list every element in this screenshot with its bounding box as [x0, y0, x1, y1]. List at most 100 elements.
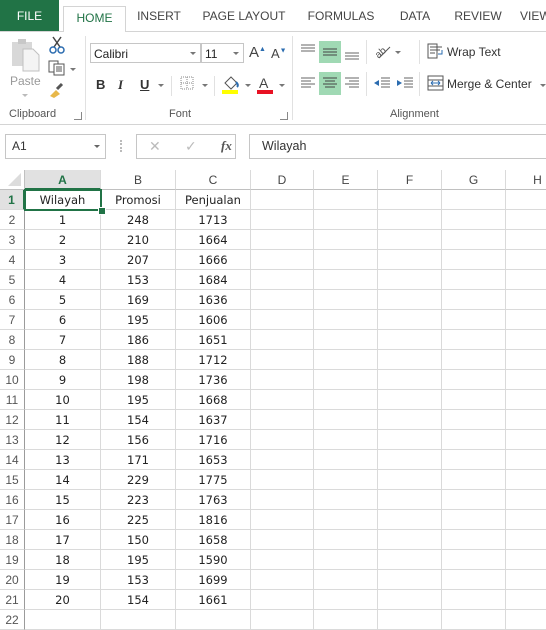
- cell-a7[interactable]: 6: [25, 310, 101, 330]
- cell-g14[interactable]: [442, 450, 506, 470]
- cell-h12[interactable]: [506, 410, 546, 430]
- merge-center-icon[interactable]: [427, 75, 445, 91]
- cell-d7[interactable]: [251, 310, 314, 330]
- cell-b13[interactable]: 156: [101, 430, 176, 450]
- cell-a9[interactable]: 8: [25, 350, 101, 370]
- cell-g3[interactable]: [442, 230, 506, 250]
- row-header[interactable]: 16: [0, 490, 25, 510]
- cell-d12[interactable]: [251, 410, 314, 430]
- cell-h22[interactable]: [506, 610, 546, 630]
- cell-e20[interactable]: [314, 570, 378, 590]
- tab-insert[interactable]: INSERT: [130, 0, 188, 31]
- cell-f12[interactable]: [378, 410, 442, 430]
- cell-b10[interactable]: 198: [101, 370, 176, 390]
- tab-formulas[interactable]: FORMULAS: [300, 0, 382, 31]
- cell-e8[interactable]: [314, 330, 378, 350]
- cell-e18[interactable]: [314, 530, 378, 550]
- align-center-button[interactable]: [319, 72, 341, 95]
- cell-d11[interactable]: [251, 390, 314, 410]
- cell-c21[interactable]: 1661: [176, 590, 251, 610]
- underline-dropdown-icon[interactable]: [158, 84, 164, 87]
- row-header[interactable]: 10: [0, 370, 25, 390]
- cell-f17[interactable]: [378, 510, 442, 530]
- cell-c2[interactable]: 1713: [176, 210, 251, 230]
- cell-g12[interactable]: [442, 410, 506, 430]
- cell-e15[interactable]: [314, 470, 378, 490]
- cell-f6[interactable]: [378, 290, 442, 310]
- paste-button[interactable]: Paste: [10, 38, 42, 102]
- tab-home[interactable]: HOME: [63, 6, 126, 33]
- header-cell-b1[interactable]: Promosi: [101, 190, 176, 210]
- row-header[interactable]: 15: [0, 470, 25, 490]
- cell-h18[interactable]: [506, 530, 546, 550]
- cell-f2[interactable]: [378, 210, 442, 230]
- cell-d2[interactable]: [251, 210, 314, 230]
- cell-e13[interactable]: [314, 430, 378, 450]
- row-header[interactable]: 22: [0, 610, 25, 630]
- cell-c18[interactable]: 1658: [176, 530, 251, 550]
- cell-g9[interactable]: [442, 350, 506, 370]
- cell-g15[interactable]: [442, 470, 506, 490]
- header-cell-c1[interactable]: Penjualan: [176, 190, 251, 210]
- font-name-select[interactable]: Calibri: [90, 43, 201, 63]
- cell-d15[interactable]: [251, 470, 314, 490]
- cell-b22[interactable]: [101, 610, 176, 630]
- cell-a2[interactable]: 1: [25, 210, 101, 230]
- fill-color-icon[interactable]: [222, 74, 240, 94]
- cell-h9[interactable]: [506, 350, 546, 370]
- cell-h13[interactable]: [506, 430, 546, 450]
- cell-g7[interactable]: [442, 310, 506, 330]
- font-size-select[interactable]: 11: [201, 43, 244, 63]
- cell-a14[interactable]: 13: [25, 450, 101, 470]
- insert-function-icon[interactable]: fx: [221, 138, 232, 154]
- italic-button[interactable]: I: [118, 77, 123, 93]
- cell-c4[interactable]: 1666: [176, 250, 251, 270]
- row-header[interactable]: 20: [0, 570, 25, 590]
- cell-d4[interactable]: [251, 250, 314, 270]
- cell-g6[interactable]: [442, 290, 506, 310]
- cell-e10[interactable]: [314, 370, 378, 390]
- cell-d9[interactable]: [251, 350, 314, 370]
- cell-g20[interactable]: [442, 570, 506, 590]
- cell-a22[interactable]: [25, 610, 101, 630]
- cell-e5[interactable]: [314, 270, 378, 290]
- cell-g4[interactable]: [442, 250, 506, 270]
- cell-f18[interactable]: [378, 530, 442, 550]
- cell-e9[interactable]: [314, 350, 378, 370]
- cell-b11[interactable]: 195: [101, 390, 176, 410]
- cell-h17[interactable]: [506, 510, 546, 530]
- cancel-icon[interactable]: ✕: [149, 138, 161, 155]
- cell-d14[interactable]: [251, 450, 314, 470]
- column-header-e[interactable]: E: [314, 170, 378, 190]
- font-color-icon[interactable]: A: [256, 74, 274, 94]
- cell-e4[interactable]: [314, 250, 378, 270]
- fill-color-dropdown-icon[interactable]: [245, 84, 251, 87]
- column-header-g[interactable]: G: [442, 170, 506, 190]
- cell-c19[interactable]: 1590: [176, 550, 251, 570]
- middle-align-button[interactable]: [319, 41, 341, 63]
- cell-b3[interactable]: 210: [101, 230, 176, 250]
- name-box[interactable]: A1: [5, 134, 106, 159]
- tab-view[interactable]: VIEW: [520, 0, 546, 31]
- fill-handle[interactable]: [98, 207, 106, 215]
- cell-f5[interactable]: [378, 270, 442, 290]
- cell-g18[interactable]: [442, 530, 506, 550]
- cell-d18[interactable]: [251, 530, 314, 550]
- cell-c7[interactable]: 1606: [176, 310, 251, 330]
- cell-a3[interactable]: 2: [25, 230, 101, 250]
- top-align-icon[interactable]: [299, 42, 317, 60]
- cell-a4[interactable]: 3: [25, 250, 101, 270]
- row-header[interactable]: 18: [0, 530, 25, 550]
- cell-h2[interactable]: [506, 210, 546, 230]
- merge-center-button[interactable]: Merge & Center: [447, 77, 532, 91]
- cell-a19[interactable]: 18: [25, 550, 101, 570]
- wrap-text-icon[interactable]: [427, 43, 445, 59]
- cell-e6[interactable]: [314, 290, 378, 310]
- borders-dropdown-icon[interactable]: [202, 84, 208, 87]
- orientation-icon[interactable]: ab: [373, 42, 393, 60]
- formula-bar-resize-handle[interactable]: [120, 140, 124, 152]
- cell-f15[interactable]: [378, 470, 442, 490]
- cell-f7[interactable]: [378, 310, 442, 330]
- cell-c22[interactable]: [176, 610, 251, 630]
- cell-a17[interactable]: 16: [25, 510, 101, 530]
